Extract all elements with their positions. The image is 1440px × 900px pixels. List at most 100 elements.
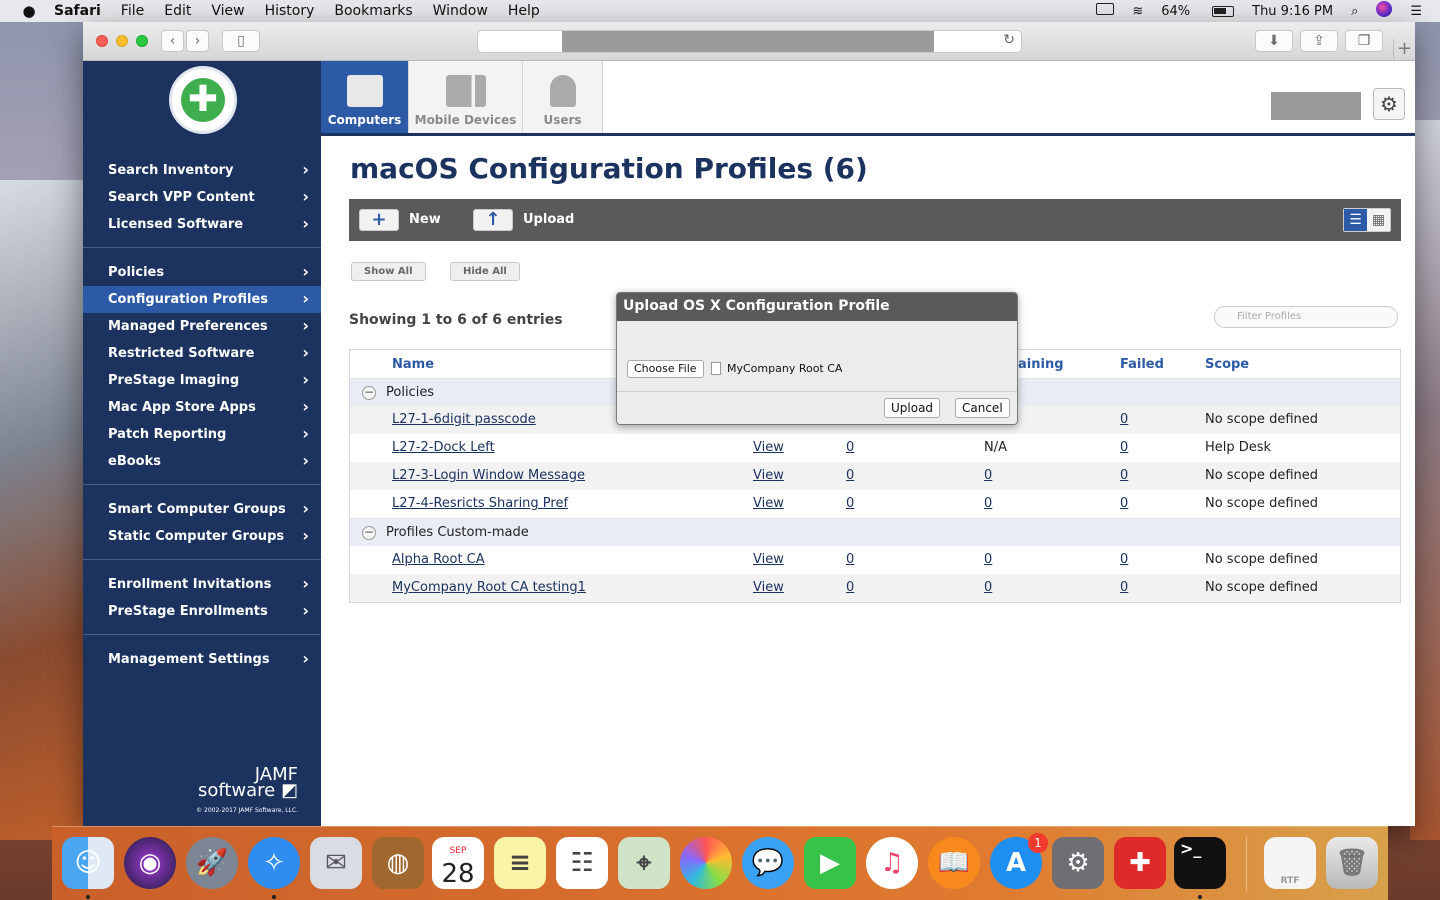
address-bar[interactable]: ↻ xyxy=(477,30,1022,53)
menu-history[interactable]: History xyxy=(265,3,315,19)
menu-view[interactable]: View xyxy=(211,3,244,19)
contacts-icon[interactable]: ◍ xyxy=(372,837,424,889)
facetime-icon[interactable]: ▶ xyxy=(804,837,856,889)
nav-licensed-software[interactable]: Licensed Software › xyxy=(83,211,321,238)
completed-count-link[interactable]: 0 xyxy=(846,496,854,511)
failed-count-link[interactable]: 0 xyxy=(1120,468,1128,483)
completed-count-link[interactable]: 0 xyxy=(846,552,854,567)
completed-count-link[interactable]: 0 xyxy=(846,580,854,595)
menu-edit[interactable]: Edit xyxy=(164,3,191,19)
siri-icon[interactable] xyxy=(1376,1,1393,21)
collapse-toggle-icon[interactable]: − xyxy=(362,526,376,540)
failed-count-link[interactable]: 0 xyxy=(1120,412,1128,427)
wifi-icon[interactable]: ≋ xyxy=(1132,4,1143,19)
show-all-button[interactable]: Show All xyxy=(351,262,426,281)
apple-menu-icon[interactable]: ● xyxy=(18,2,40,20)
remaining-count-link[interactable]: 0 xyxy=(984,468,992,483)
nav-static-computer-groups[interactable]: Static Computer Groups › xyxy=(83,523,321,550)
launchpad-icon[interactable]: 🚀 xyxy=(186,837,238,889)
app-store-icon[interactable]: A1 xyxy=(990,833,1048,889)
nav-restricted-software[interactable]: Restricted Software › xyxy=(83,340,321,367)
fullscreen-window-button[interactable] xyxy=(136,35,148,47)
view-link[interactable]: View xyxy=(753,468,784,483)
failed-count-link[interactable]: 0 xyxy=(1120,552,1128,567)
spotlight-icon[interactable]: ⌕ xyxy=(1351,4,1358,19)
profile-name-link[interactable]: L27-1-6digit passcode xyxy=(392,412,536,427)
nav-search-inventory[interactable]: Search Inventory › xyxy=(83,157,321,184)
finder-icon[interactable]: ☺ xyxy=(62,837,114,889)
profile-name-link[interactable]: Alpha Root CA xyxy=(392,552,485,567)
tabs-overview-icon[interactable]: ❐ xyxy=(1345,30,1383,52)
view-link[interactable]: View xyxy=(753,580,784,595)
completed-count-link[interactable]: 0 xyxy=(846,468,854,483)
photos-icon[interactable] xyxy=(680,837,732,889)
remaining-count-link[interactable]: 0 xyxy=(984,496,992,511)
rtf-document-icon[interactable]: RTF xyxy=(1264,837,1316,889)
column-header-failed[interactable]: Failed xyxy=(1120,357,1164,372)
menu-window[interactable]: Window xyxy=(433,3,488,19)
terminal-icon[interactable]: >_ xyxy=(1174,837,1226,889)
column-header-name[interactable]: Name xyxy=(392,357,434,372)
hide-all-button[interactable]: Hide All xyxy=(450,262,520,281)
profile-name-link[interactable]: L27-4-Resricts Sharing Pref xyxy=(392,496,568,511)
dialog-cancel-button[interactable]: Cancel xyxy=(955,398,1010,418)
back-button[interactable]: ‹ xyxy=(161,30,184,52)
battery-status[interactable]: 64% xyxy=(1161,4,1235,19)
column-header-scope[interactable]: Scope xyxy=(1205,357,1249,372)
nav-prestage-imaging[interactable]: PreStage Imaging › xyxy=(83,367,321,394)
column-header-remaining[interactable]: aining xyxy=(1018,357,1064,372)
menu-clock[interactable]: Thu 9:16 PM xyxy=(1252,4,1333,19)
remaining-count-link[interactable]: 0 xyxy=(984,580,992,595)
nav-prestage-enrollments[interactable]: PreStage Enrollments › xyxy=(83,598,321,625)
nav-configuration-profiles[interactable]: Configuration Profiles › xyxy=(83,286,321,313)
filter-input[interactable]: Filter Profiles xyxy=(1214,306,1398,328)
new-label[interactable]: New xyxy=(409,212,441,227)
jamf-self-service-icon[interactable]: ✚ xyxy=(1114,837,1166,889)
nav-management-settings[interactable]: Management Settings › xyxy=(83,646,321,673)
menu-app-name[interactable]: Safari xyxy=(54,3,101,19)
profile-name-link[interactable]: MyCompany Root CA testing1 xyxy=(392,580,586,595)
new-tab-icon[interactable]: + xyxy=(1393,39,1415,61)
jamf-logo[interactable]: ✚ xyxy=(172,69,234,131)
notification-center-icon[interactable]: ☰ xyxy=(1410,4,1422,19)
nav-mac-app-store-apps[interactable]: Mac App Store Apps › xyxy=(83,394,321,421)
list-view-icon[interactable]: ☰ xyxy=(1344,209,1367,231)
collapse-toggle-icon[interactable]: − xyxy=(362,386,376,400)
profile-name-link[interactable]: L27-2-Dock Left xyxy=(392,440,495,455)
view-link[interactable]: View xyxy=(753,552,784,567)
messages-icon[interactable]: 💬 xyxy=(742,837,794,889)
itunes-icon[interactable]: ♫ xyxy=(866,837,918,889)
nav-smart-computer-groups[interactable]: Smart Computer Groups › xyxy=(83,496,321,523)
notes-icon[interactable]: ≡ xyxy=(494,837,546,889)
sidebar-toggle-icon[interactable]: ▯ xyxy=(222,30,260,52)
view-link[interactable]: View xyxy=(753,496,784,511)
menu-bookmarks[interactable]: Bookmarks xyxy=(334,3,412,19)
nav-policies[interactable]: Policies › xyxy=(83,259,321,286)
maps-icon[interactable]: ⌖ xyxy=(618,837,670,889)
failed-count-link[interactable]: 0 xyxy=(1120,580,1128,595)
safari-icon[interactable]: ✧ xyxy=(248,837,300,889)
share-icon[interactable]: ⇪ xyxy=(1300,30,1338,52)
upload-label[interactable]: Upload xyxy=(523,212,574,227)
downloads-icon[interactable]: ⬇ xyxy=(1255,30,1293,52)
minimize-window-button[interactable] xyxy=(116,35,128,47)
tab-computers[interactable]: Computers xyxy=(321,61,409,133)
airplay-icon[interactable] xyxy=(1096,3,1115,19)
system-preferences-icon[interactable]: ⚙ xyxy=(1052,837,1104,889)
new-button[interactable]: + xyxy=(359,209,399,231)
calendar-icon[interactable]: SEP 28 xyxy=(432,837,484,889)
menu-file[interactable]: File xyxy=(121,3,144,19)
profile-name-link[interactable]: L27-3-Login Window Message xyxy=(392,468,585,483)
nav-enrollment-invitations[interactable]: Enrollment Invitations › xyxy=(83,571,321,598)
nav-managed-preferences[interactable]: Managed Preferences › xyxy=(83,313,321,340)
failed-count-link[interactable]: 0 xyxy=(1120,440,1128,455)
nav-patch-reporting[interactable]: Patch Reporting › xyxy=(83,421,321,448)
dialog-upload-button[interactable]: Upload xyxy=(884,398,941,418)
mail-icon[interactable]: ✉ xyxy=(310,837,362,889)
upload-button[interactable]: ↑ xyxy=(473,209,513,231)
nav-ebooks[interactable]: eBooks › xyxy=(83,448,321,475)
completed-count-link[interactable]: 0 xyxy=(846,440,854,455)
tab-users[interactable]: Users xyxy=(523,61,603,133)
view-link[interactable]: View xyxy=(753,440,784,455)
siri-dock-icon[interactable]: ◉ xyxy=(124,837,176,889)
